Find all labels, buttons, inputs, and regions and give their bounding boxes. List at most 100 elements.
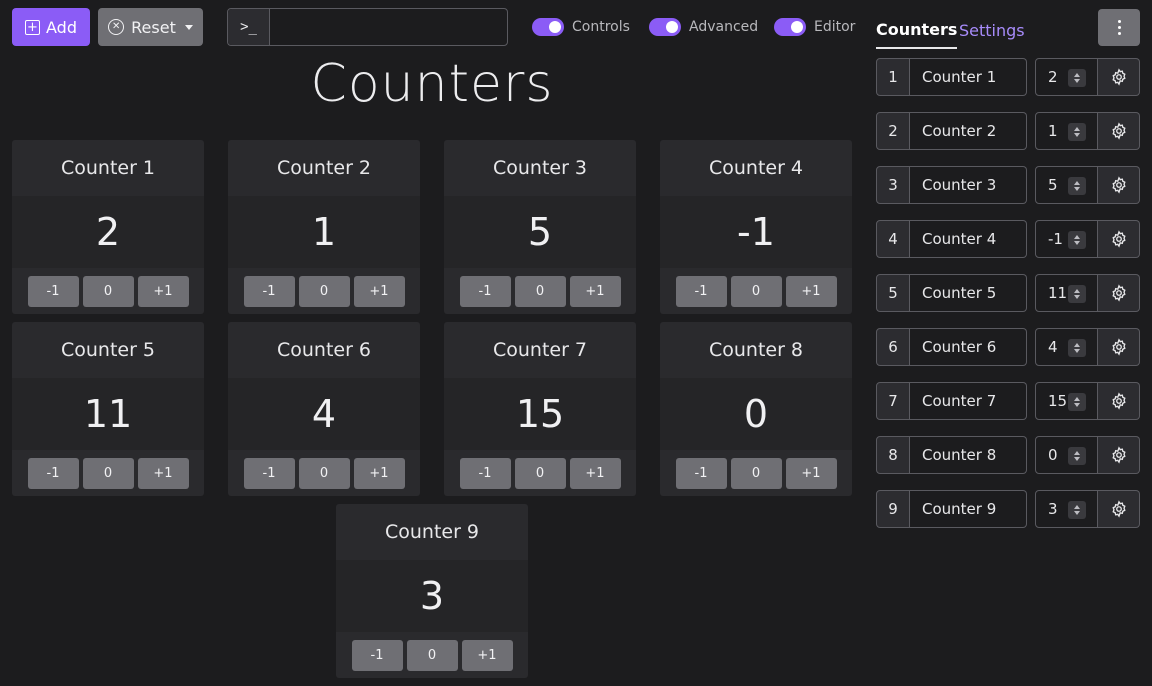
toggle-label: Controls	[572, 19, 630, 35]
value-input[interactable]: 0	[1035, 436, 1098, 474]
spinner-icon[interactable]	[1068, 339, 1086, 357]
toggle-switch[interactable]	[774, 18, 806, 36]
gear-icon[interactable]	[1098, 382, 1140, 420]
gear-icon[interactable]	[1098, 490, 1140, 528]
name-input[interactable]: Counter 7	[910, 382, 1027, 420]
gear-icon[interactable]	[1098, 58, 1140, 96]
value-input[interactable]: 2	[1035, 58, 1098, 96]
zero-button[interactable]: 0	[730, 457, 782, 489]
command-bar: >_	[227, 8, 508, 46]
decrement-button[interactable]: -1	[243, 275, 295, 307]
counter-name: Counter 9	[384, 521, 480, 543]
value-input[interactable]: -1	[1035, 220, 1098, 258]
reset-button-label: Reset	[131, 17, 176, 37]
spinner-icon[interactable]	[1068, 231, 1086, 249]
counter-value: 2	[12, 196, 204, 268]
counter-editor-row: 1 Counter 1 2	[876, 58, 1140, 96]
value-input[interactable]: 4	[1035, 328, 1098, 366]
caret-down-icon	[184, 24, 193, 30]
name-input[interactable]: Counter 8	[910, 436, 1027, 474]
spinner-icon[interactable]	[1068, 501, 1086, 519]
toggle-label: Editor	[814, 19, 856, 35]
row-index: 6	[876, 328, 910, 366]
toggle-switch[interactable]	[532, 18, 564, 36]
zero-button[interactable]: 0	[730, 275, 782, 307]
toggle-editor[interactable]: Editor	[774, 18, 855, 36]
zero-button[interactable]: 0	[514, 275, 566, 307]
gear-icon[interactable]	[1098, 220, 1140, 258]
x-circle-icon: ✕	[108, 19, 125, 35]
tab-counters[interactable]: Counters	[876, 12, 958, 49]
name-input[interactable]: Counter 2	[910, 112, 1027, 150]
toggle-advanced[interactable]: Advanced	[649, 18, 758, 36]
tab-settings[interactable]: Settings	[959, 12, 1025, 49]
counter-name: Counter 8	[708, 339, 804, 361]
counter-editor-row: 7 Counter 7 15	[876, 382, 1140, 420]
counter-value: 0	[660, 378, 852, 450]
row-index: 7	[876, 382, 910, 420]
counter-card: Counter 2 1 -1 0 +1	[228, 140, 420, 314]
value-text: 0	[1048, 446, 1058, 464]
value-input[interactable]: 5	[1035, 166, 1098, 204]
gear-icon[interactable]	[1098, 328, 1140, 366]
more-vertical-icon[interactable]	[1098, 9, 1140, 46]
decrement-button[interactable]: -1	[459, 457, 511, 489]
decrement-button[interactable]: -1	[27, 457, 79, 489]
value-text: 15	[1048, 392, 1068, 410]
value-input[interactable]: 3	[1035, 490, 1098, 528]
value-input[interactable]: 1	[1035, 112, 1098, 150]
page-title: Counters	[310, 54, 554, 114]
reset-button[interactable]: ✕ Reset	[98, 8, 203, 46]
zero-button[interactable]: 0	[514, 457, 566, 489]
increment-button[interactable]: +1	[137, 275, 189, 307]
decrement-button[interactable]: -1	[27, 275, 79, 307]
spinner-icon[interactable]	[1068, 177, 1086, 195]
gear-icon[interactable]	[1098, 112, 1140, 150]
name-input[interactable]: Counter 6	[910, 328, 1027, 366]
zero-button[interactable]: 0	[82, 457, 134, 489]
increment-button[interactable]: +1	[461, 639, 513, 671]
toggle-controls[interactable]: Controls	[532, 18, 630, 36]
counter-value: 11	[12, 378, 204, 450]
name-input[interactable]: Counter 3	[910, 166, 1027, 204]
counter-value: 3	[336, 560, 528, 632]
gear-icon[interactable]	[1098, 274, 1140, 312]
spinner-icon[interactable]	[1068, 69, 1086, 87]
increment-button[interactable]: +1	[353, 457, 405, 489]
increment-button[interactable]: +1	[137, 457, 189, 489]
zero-button[interactable]: 0	[298, 457, 350, 489]
value-input[interactable]: 15	[1035, 382, 1098, 420]
gear-icon[interactable]	[1098, 166, 1140, 204]
row-index: 2	[876, 112, 910, 150]
increment-button[interactable]: +1	[569, 275, 621, 307]
decrement-button[interactable]: -1	[243, 457, 295, 489]
spinner-icon[interactable]	[1068, 285, 1086, 303]
counter-name: Counter 2	[276, 157, 372, 179]
increment-button[interactable]: +1	[353, 275, 405, 307]
decrement-button[interactable]: -1	[351, 639, 403, 671]
command-input[interactable]	[270, 9, 507, 45]
row-index: 5	[876, 274, 910, 312]
zero-button[interactable]: 0	[298, 275, 350, 307]
gear-icon[interactable]	[1098, 436, 1140, 474]
name-input[interactable]: Counter 9	[910, 490, 1027, 528]
name-input[interactable]: Counter 4	[910, 220, 1027, 258]
increment-button[interactable]: +1	[785, 275, 837, 307]
toggle-switch[interactable]	[649, 18, 681, 36]
increment-button[interactable]: +1	[785, 457, 837, 489]
spinner-icon[interactable]	[1068, 447, 1086, 465]
decrement-button[interactable]: -1	[459, 275, 511, 307]
zero-button[interactable]: 0	[406, 639, 458, 671]
counter-value: 5	[444, 196, 636, 268]
spinner-icon[interactable]	[1068, 123, 1086, 141]
increment-button[interactable]: +1	[569, 457, 621, 489]
zero-button[interactable]: 0	[82, 275, 134, 307]
name-input[interactable]: Counter 5	[910, 274, 1027, 312]
name-input[interactable]: Counter 1	[910, 58, 1027, 96]
counter-editor-row: 4 Counter 4 -1	[876, 220, 1140, 258]
add-button[interactable]: + Add	[12, 8, 90, 46]
decrement-button[interactable]: -1	[675, 275, 727, 307]
value-input[interactable]: 11	[1035, 274, 1098, 312]
decrement-button[interactable]: -1	[675, 457, 727, 489]
spinner-icon[interactable]	[1068, 393, 1086, 411]
